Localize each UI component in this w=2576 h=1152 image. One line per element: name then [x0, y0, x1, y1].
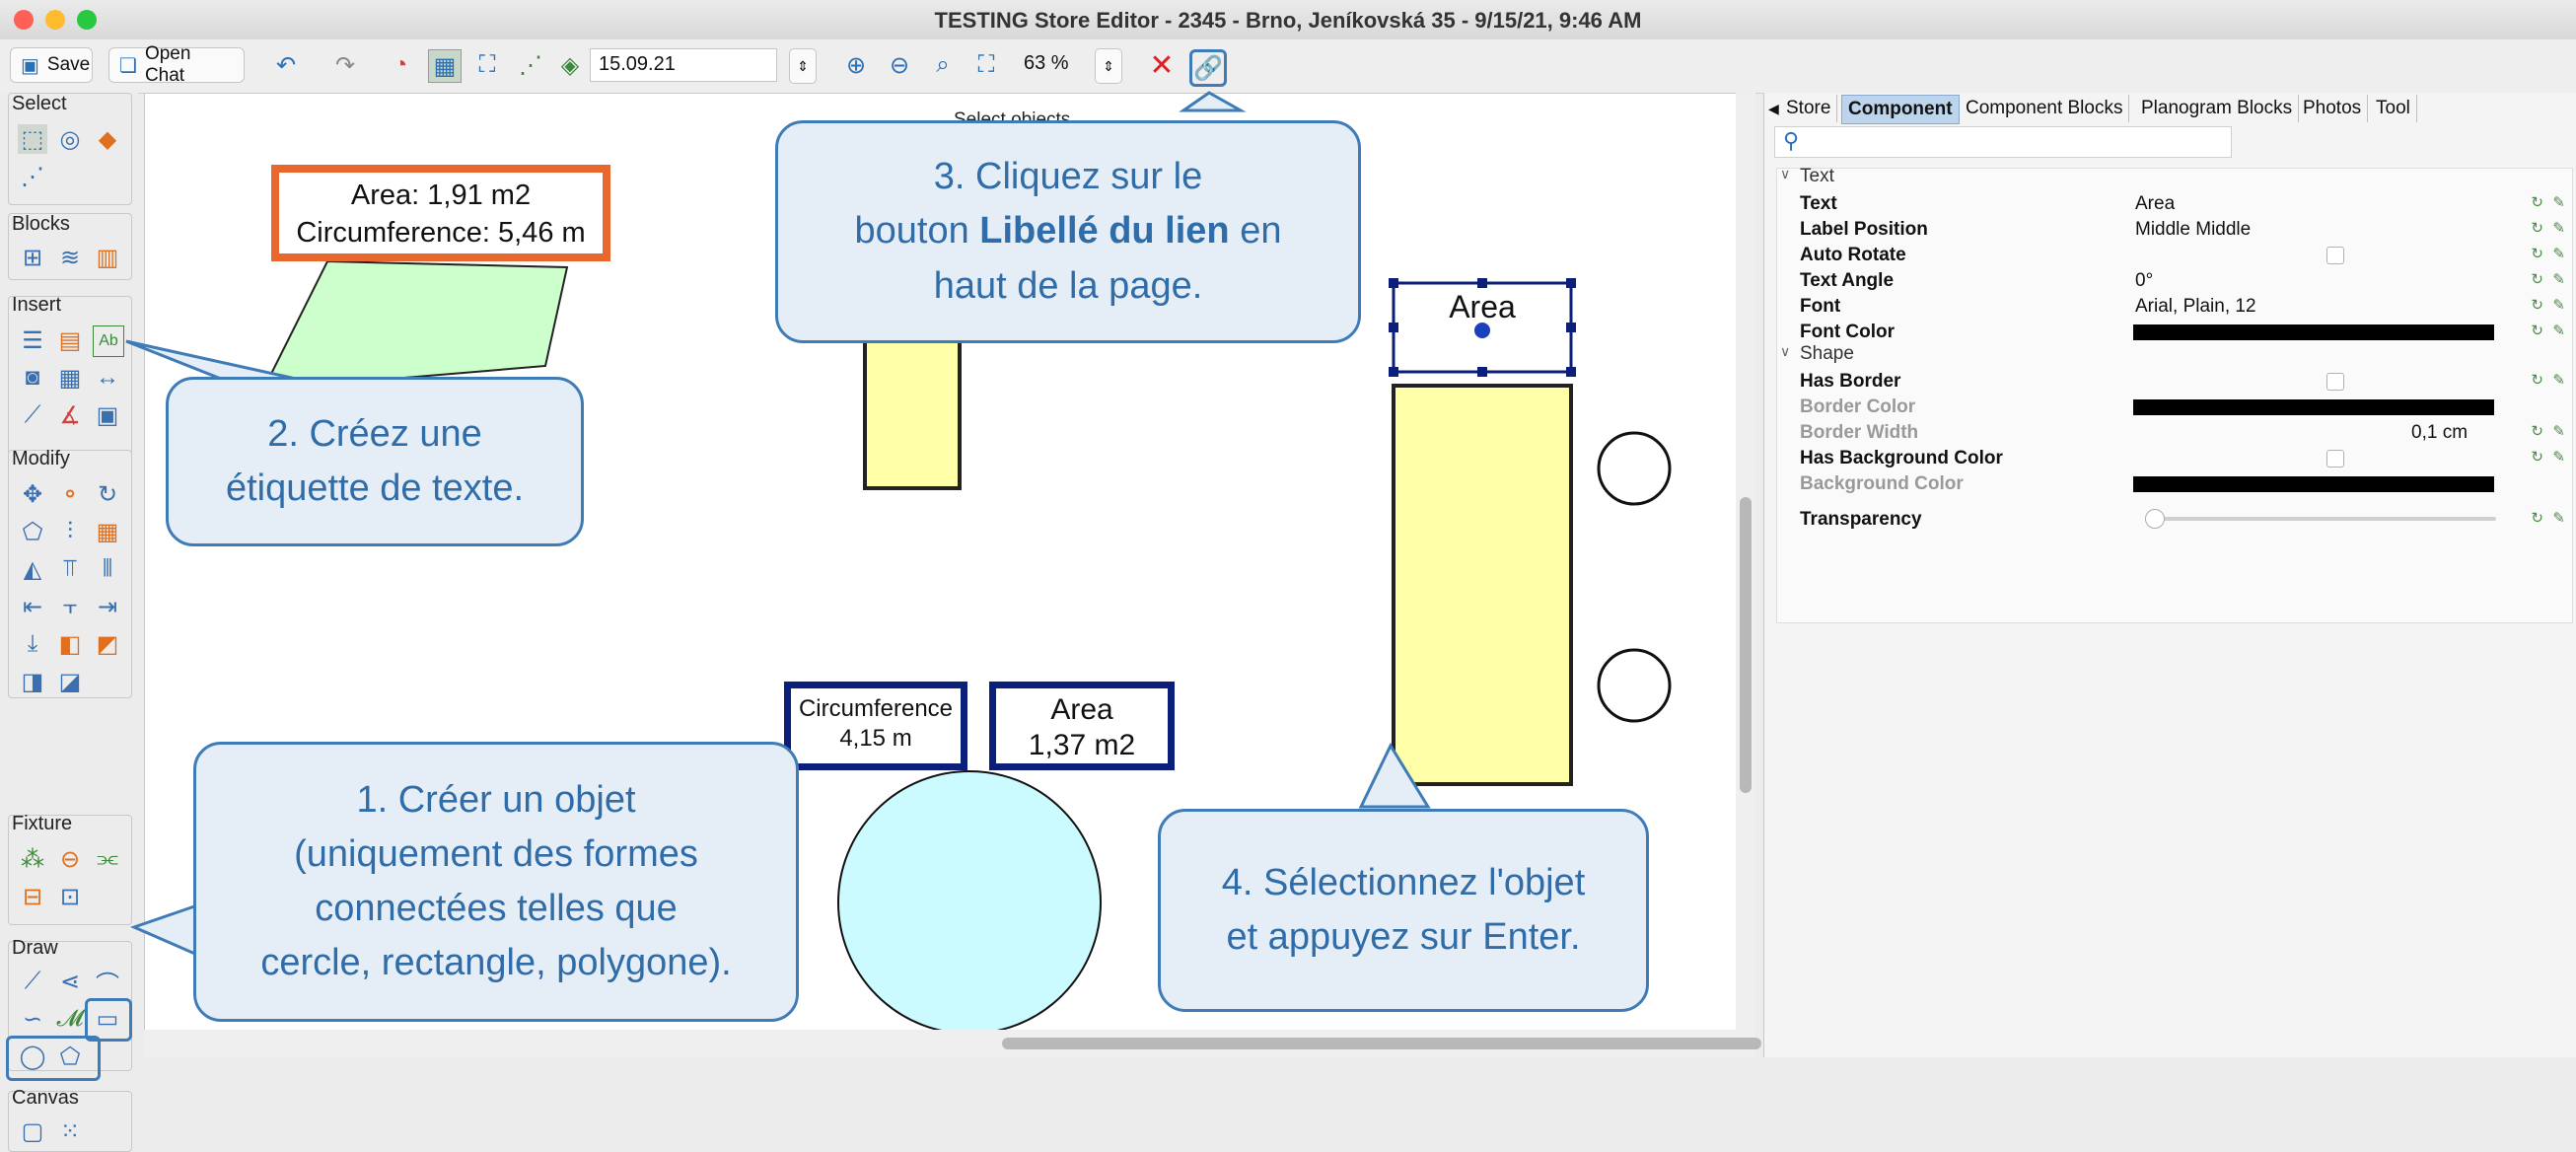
callout-3-line3: haut de la page.	[933, 264, 1203, 307]
callout-3-bold: Libellé du lien	[979, 210, 1230, 252]
callout-1-line3: connectées telles que	[315, 888, 678, 929]
callout-1-line1: 1. Créer un objet	[356, 778, 636, 821]
callout-4-line1: 4. Sélectionnez l'objet	[1221, 861, 1586, 903]
callout-step-4: 4. Sélectionnez l'objet et appuyez sur E…	[1158, 809, 1649, 1012]
callout-4-line2: et appuyez sur Enter.	[1226, 916, 1581, 958]
callout-step-2: 2. Créez une étiquette de texte.	[166, 377, 584, 546]
callout-2-line2: étiquette de texte.	[225, 468, 525, 509]
callout-3-line1: 3. Cliquez sur le	[933, 156, 1203, 198]
canvas-grid-icon[interactable]: ⁙	[55, 1116, 85, 1146]
callout-step-1: 1. Créer un objet (uniquement des formes…	[193, 742, 799, 1022]
callout-3-line2: bouton Libellé du lien en	[854, 210, 1282, 252]
callout-1-line2: (uniquement des formes	[294, 832, 698, 875]
callout-1-line4: cercle, rectangle, polygone).	[260, 942, 732, 984]
callout-2-line1: 2. Créez une	[267, 412, 482, 455]
palette-title-canvas: Canvas	[12, 1087, 79, 1109]
canvas-edit-icon[interactable]: ▢	[18, 1116, 47, 1146]
callout-step-3: 3. Cliquez sur le bouton Libellé du lien…	[775, 120, 1361, 343]
